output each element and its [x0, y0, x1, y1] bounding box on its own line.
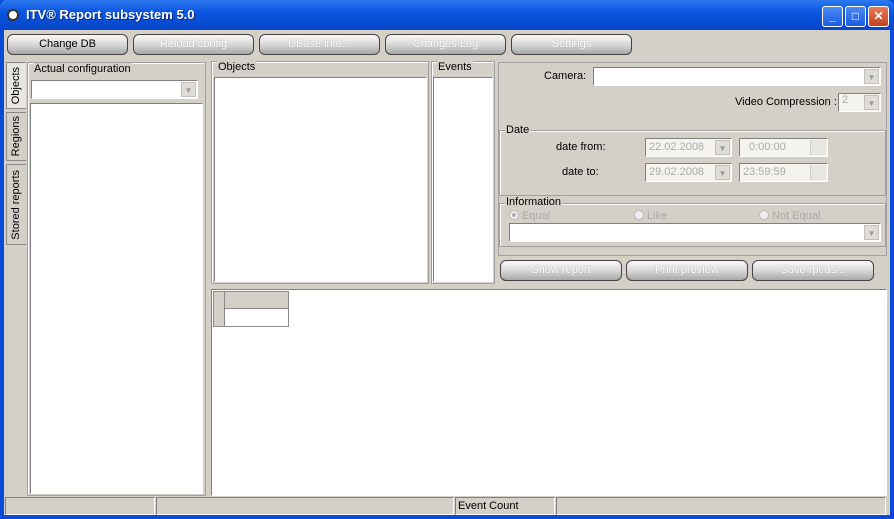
- radio-not-equal[interactable]: Not Equal: [759, 210, 820, 222]
- spinner-icon[interactable]: [810, 165, 826, 180]
- tab-objects[interactable]: Objects: [6, 62, 26, 109]
- tab-label: Stored reports: [10, 170, 22, 240]
- radio-like[interactable]: Like: [634, 210, 667, 222]
- reload-config-button[interactable]: Reload config: [133, 34, 254, 55]
- radio-icon: [759, 210, 769, 220]
- radio-equal[interactable]: Equal: [509, 210, 550, 222]
- grid-header: [214, 292, 288, 309]
- close-button[interactable]: ✕: [868, 6, 889, 27]
- grid-row-header: [214, 292, 225, 326]
- radio-label: Not Equal: [772, 210, 821, 222]
- tab-stored-reports[interactable]: Stored reports: [6, 164, 26, 245]
- chevron-down-icon[interactable]: ▼: [864, 225, 879, 240]
- dbase-info-button[interactable]: DBase info...: [259, 34, 380, 55]
- camera-combo[interactable]: ▼: [593, 67, 881, 86]
- spinner-icon[interactable]: [810, 140, 826, 155]
- configuration-combo[interactable]: ▼: [31, 80, 198, 99]
- print-preview-button[interactable]: Print preview: [626, 260, 748, 281]
- chevron-down-icon[interactable]: ▼: [864, 95, 879, 110]
- objects-list[interactable]: [214, 77, 427, 282]
- time-from-input[interactable]: 0:00:00: [739, 138, 828, 157]
- configuration-tree[interactable]: [30, 103, 203, 494]
- radio-icon: [509, 210, 519, 220]
- actual-configuration-label: Actual configuration: [33, 63, 132, 75]
- time-value: 23:59:59: [743, 166, 786, 178]
- chevron-down-icon[interactable]: ▼: [181, 82, 196, 97]
- chevron-down-icon[interactable]: ▼: [864, 69, 879, 84]
- tab-label: Objects: [10, 66, 22, 104]
- date-value: 29.02.2008: [649, 166, 705, 178]
- video-compression-combo[interactable]: 2 ▼: [838, 93, 881, 112]
- video-compression-label: Video Compression :: [735, 96, 837, 108]
- title-bar[interactable]: ITV® Report subsystem 5.0 _ □ ✕: [0, 0, 894, 30]
- combo-value: 2: [842, 94, 849, 106]
- window-title: ITV® Report subsystem 5.0: [26, 7, 195, 22]
- time-to-input[interactable]: 23:59:59: [739, 163, 828, 182]
- radio-icon: [634, 210, 644, 220]
- radio-label: Like: [647, 210, 668, 222]
- date-from-picker[interactable]: 22.02.2008 ▼: [645, 138, 732, 157]
- app-icon: [7, 9, 19, 21]
- changes-log-button[interactable]: Changes Log: [385, 34, 506, 55]
- time-value: 0:00:00: [749, 141, 786, 153]
- grid-table: [213, 291, 289, 327]
- date-to-label: date to:: [562, 166, 599, 178]
- date-value: 22.02.2008: [649, 141, 705, 153]
- show-report-button[interactable]: Show report: [500, 260, 622, 281]
- camera-label: Camera:: [544, 70, 587, 82]
- date-label: Date: [505, 124, 531, 136]
- events-list[interactable]: [433, 77, 493, 282]
- tab-label: Regions: [10, 115, 22, 156]
- information-label: Information: [505, 196, 563, 208]
- chevron-down-icon[interactable]: ▼: [715, 165, 730, 180]
- tab-regions[interactable]: Regions: [6, 112, 26, 161]
- change-db-button[interactable]: Change DB: [7, 34, 128, 55]
- save-report-button[interactable]: Save rpt as...: [752, 260, 874, 281]
- event-count-status: Event Count: [455, 497, 555, 515]
- events-label: Events: [437, 61, 473, 73]
- status-panel-1: [5, 497, 155, 515]
- objects-label: Objects: [217, 61, 257, 73]
- maximize-button[interactable]: □: [845, 6, 866, 27]
- status-panel-2: [156, 497, 454, 515]
- settings-button[interactable]: Settings: [511, 34, 632, 55]
- report-grid[interactable]: [211, 289, 887, 496]
- radio-label: Equal: [522, 210, 551, 222]
- status-panel-4: [556, 497, 886, 515]
- information-combo[interactable]: ▼: [509, 223, 881, 242]
- minimize-button[interactable]: _: [822, 6, 843, 27]
- date-to-picker[interactable]: 29.02.2008 ▼: [645, 163, 732, 182]
- date-from-label: date from:: [556, 141, 606, 153]
- chevron-down-icon[interactable]: ▼: [715, 140, 730, 155]
